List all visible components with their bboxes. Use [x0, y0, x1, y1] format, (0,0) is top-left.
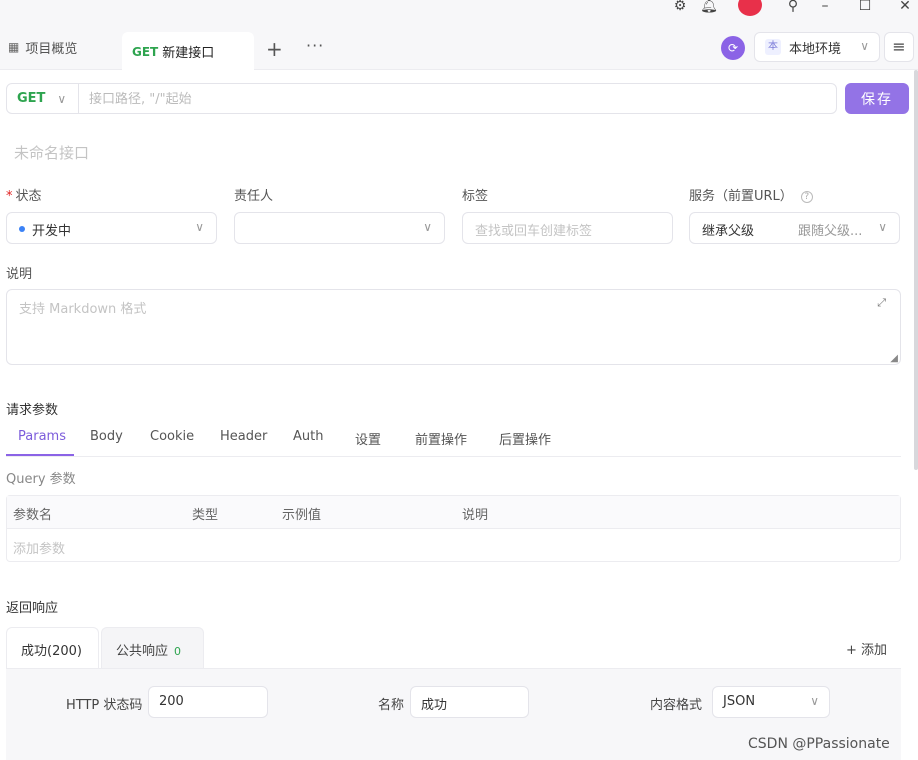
help-icon[interactable]: ? [800, 191, 813, 203]
description-textarea[interactable]: 支持 Markdown 格式 ⤢ ◢ [6, 289, 901, 365]
service-select[interactable]: 继承父级 跟随父级... ∨ [689, 212, 900, 244]
close-icon[interactable]: ✕ [895, 0, 915, 16]
owner-select[interactable]: ∨ [234, 212, 445, 244]
add-response-button[interactable]: + 添加 [846, 639, 887, 658]
status-value: 开发中 [32, 224, 72, 239]
tab-project-overview[interactable]: ▦ 项目概览 [8, 34, 77, 60]
tab-bar: ▦ 项目概览 GET 新建接口 + ··· ⟳ 本 本地环境 ∨ ≡ [0, 22, 918, 71]
http-status-input[interactable]: 200 [148, 686, 268, 718]
resize-handle-icon[interactable]: ◢ [890, 353, 898, 364]
chevron-down-icon: ∨ [878, 220, 887, 234]
response-name-input[interactable]: 成功 [410, 686, 529, 718]
add-param-input[interactable]: 添加参数 [13, 538, 65, 557]
pin-icon[interactable]: ⚲ [783, 0, 803, 16]
endpoint-name-input[interactable] [14, 142, 614, 164]
response-tabs: 成功(200) 公共响应 0 + 添加 [6, 627, 901, 669]
service-value-secondary: 跟随父级... [798, 224, 863, 239]
tag-input[interactable]: 查找或回车创建标签 [462, 212, 673, 244]
tab-label: 新建接口 [162, 46, 215, 61]
path-input[interactable] [89, 89, 809, 109]
tab-settings[interactable]: 设置 [355, 429, 381, 448]
service-field-label: 服务（前置URL）? [689, 185, 813, 204]
avatar[interactable] [738, 0, 762, 16]
description-placeholder: 支持 Markdown 格式 [19, 302, 147, 317]
status-select[interactable]: 开发中 ∨ [6, 212, 217, 244]
tab-cookie[interactable]: Cookie [150, 429, 194, 444]
tab-post-operations[interactable]: 后置操作 [499, 429, 551, 448]
add-tab-icon[interactable]: + [266, 37, 283, 61]
column-header: 类型 [192, 508, 219, 523]
more-tabs-icon[interactable]: ··· [306, 36, 324, 55]
environment-select[interactable]: 本 本地环境 ∨ [754, 32, 880, 62]
tag-placeholder: 查找或回车创建标签 [475, 224, 593, 239]
chevron-down-icon: ∨ [57, 91, 67, 106]
owner-field-label: 责任人 [234, 189, 274, 204]
content-format-select[interactable]: JSON ∨ [712, 686, 830, 718]
save-button[interactable]: 保存 [845, 83, 909, 114]
url-bar: GET ∨ [6, 83, 837, 114]
required-mark: * [6, 189, 13, 204]
watermark: CSDN @PPassionate [748, 736, 890, 752]
tab-method: GET [132, 44, 159, 59]
http-status-label: HTTP 状态码 [66, 698, 143, 713]
minimize-icon[interactable]: – [815, 0, 835, 16]
table-header: 参数名 类型 示例值 说明 [7, 496, 900, 529]
response-title: 返回响应 [6, 601, 59, 616]
layout-icon: ▦ [8, 40, 20, 54]
tab-auth[interactable]: Auth [293, 429, 323, 444]
tab-pre-operations[interactable]: 前置操作 [415, 429, 467, 448]
query-params-label: Query 参数 [6, 472, 76, 487]
content-format-label: 内容格式 [650, 698, 703, 713]
query-params-table: 参数名 类型 示例值 说明 添加参数 [6, 495, 901, 562]
method-select[interactable]: GET ∨ [7, 84, 79, 113]
tag-field-label: 标签 [462, 189, 489, 204]
env-badge: 本 [765, 39, 781, 55]
chevron-down-icon: ∨ [423, 220, 432, 234]
bell-icon[interactable]: 🔔︎ [699, 0, 719, 16]
chevron-down-icon: ∨ [195, 220, 204, 234]
service-value: 继承父级 [702, 224, 755, 239]
maximize-icon[interactable]: ☐ [855, 0, 875, 16]
tab-response-success[interactable]: 成功(200) [6, 627, 99, 669]
active-tab-indicator [6, 454, 74, 456]
chevron-down-icon: ∨ [860, 39, 869, 53]
chevron-down-icon: ∨ [810, 694, 819, 708]
request-params-title: 请求参数 [6, 403, 59, 418]
expand-icon[interactable]: ⤢ [877, 296, 886, 310]
tab-label: 项目概览 [25, 41, 78, 57]
tab-header[interactable]: Header [220, 429, 267, 444]
tab-new-endpoint[interactable]: GET 新建接口 [122, 32, 254, 71]
window-titlebar: ⚙ 🔔︎ ⚲ – ☐ ✕ [0, 0, 918, 22]
column-header: 参数名 [13, 508, 53, 523]
env-label: 本地环境 [789, 41, 842, 57]
column-header: 说明 [462, 508, 489, 523]
plus-icon: + [845, 643, 857, 658]
scrollbar[interactable] [914, 70, 918, 470]
sync-icon[interactable]: ⟳ [721, 36, 745, 60]
request-tabs: Params Body Cookie Header Auth 设置 前置操作 后… [6, 424, 901, 457]
description-label: 说明 [6, 267, 33, 282]
status-dot [19, 226, 25, 232]
tab-body[interactable]: Body [90, 429, 123, 444]
column-header: 示例值 [282, 508, 322, 523]
gear-icon[interactable]: ⚙ [670, 0, 690, 16]
menu-icon[interactable]: ≡ [884, 32, 914, 62]
count-badge: 0 [174, 645, 182, 658]
method-value: GET [17, 91, 46, 106]
tab-params[interactable]: Params [18, 429, 66, 444]
tab-common-response[interactable]: 公共响应 0 [101, 627, 204, 669]
response-name-label: 名称 [378, 698, 405, 713]
status-field-label: * 状态 [6, 189, 42, 204]
